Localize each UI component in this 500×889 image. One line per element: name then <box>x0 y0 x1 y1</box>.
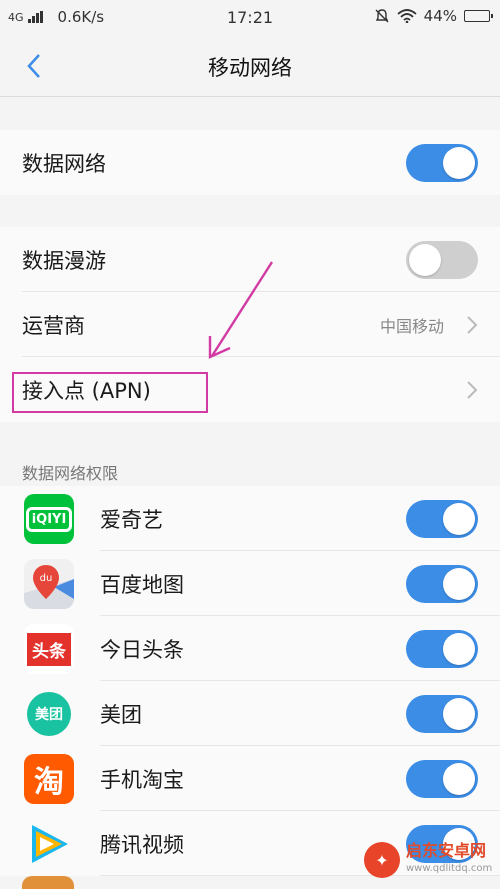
carrier-value: 中国移动 <box>379 316 444 336</box>
meituan-icon: 美团 <box>24 689 74 739</box>
app-row-meituan: 美团 美团 <box>0 681 500 746</box>
watermark-logo-icon: ✦ <box>364 842 400 878</box>
data-roaming-toggle[interactable] <box>406 240 478 279</box>
iqiyi-toggle[interactable] <box>406 500 478 538</box>
page-title: 移动网络 <box>208 56 292 80</box>
data-roaming-row: 数据漫游 <box>0 227 500 292</box>
baidu-map-toggle[interactable] <box>406 565 478 603</box>
iqiyi-icon: iQIYI <box>24 494 74 544</box>
watermark-name: 启东安卓网 <box>406 841 487 860</box>
chevron-right-icon <box>467 380 478 399</box>
taobao-icon: 淘 <box>24 754 74 804</box>
chevron-right-icon <box>467 315 478 334</box>
battery-icon <box>464 10 493 22</box>
status-bar: 4G 0.6K/s 17:21 44% <box>0 0 500 36</box>
toutiao-icon: 头条 <box>24 624 74 674</box>
taobao-toggle[interactable] <box>406 760 478 798</box>
battery-percent: 44% <box>423 7 457 25</box>
wifi-icon <box>397 9 417 23</box>
meituan-toggle[interactable] <box>406 695 478 733</box>
data-network-toggle[interactable] <box>406 143 478 182</box>
app-name: 手机淘宝 <box>100 768 184 792</box>
carrier-label: 运营商 <box>22 313 85 338</box>
baidu-map-icon: du <box>24 559 74 609</box>
app-name: 今日头条 <box>100 638 184 662</box>
app-name: 腾讯视频 <box>100 833 184 857</box>
tencent-video-icon <box>24 819 74 869</box>
permissions-section-title: 数据网络权限 <box>22 464 119 483</box>
data-network-row: 数据网络 <box>0 130 500 195</box>
watermark: ✦ 启东安卓网 www.qdlitdq.com <box>364 835 494 885</box>
app-row-iqiyi: iQIYI 爱奇艺 <box>0 486 500 551</box>
app-row-taobao: 淘 手机淘宝 <box>0 746 500 811</box>
toutiao-toggle[interactable] <box>406 630 478 668</box>
app-row-baidu-map: du 百度地图 <box>0 551 500 616</box>
highlight-box <box>12 372 208 413</box>
watermark-url: www.qdlitdq.com <box>406 863 493 874</box>
mute-bell-icon <box>375 9 389 23</box>
app-name: 百度地图 <box>100 573 184 597</box>
carrier-row[interactable]: 运营商 中国移动 <box>0 292 500 357</box>
svg-text:du: du <box>40 573 53 584</box>
title-bar: 移动网络 <box>0 36 500 97</box>
app-name: 美团 <box>100 703 142 727</box>
data-network-label: 数据网络 <box>22 151 106 176</box>
app-row-toutiao: 头条 今日头条 <box>0 616 500 681</box>
app-name: 爱奇艺 <box>100 508 163 532</box>
partial-app-icon <box>22 876 74 889</box>
data-roaming-label: 数据漫游 <box>22 248 106 273</box>
